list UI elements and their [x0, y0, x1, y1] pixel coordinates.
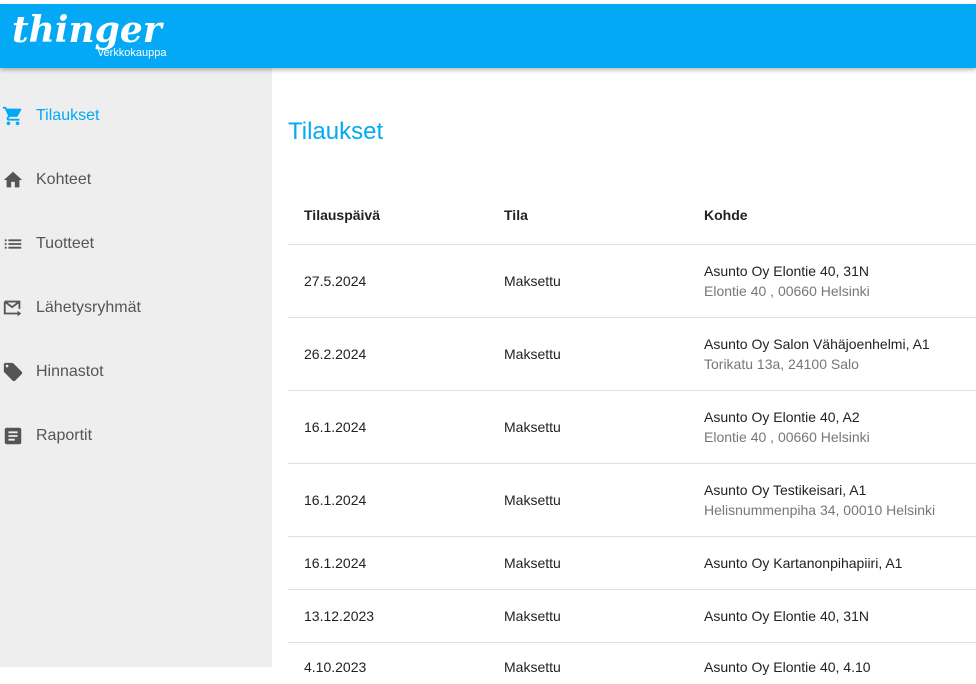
order-target: Asunto Oy Elontie 40, A2: [704, 409, 860, 425]
order-status: Maksettu: [504, 492, 561, 508]
order-target: Asunto Oy Testikeisari, A1: [704, 482, 867, 498]
order-status: Maksettu: [504, 608, 561, 624]
order-date: 27.5.2024: [304, 273, 367, 289]
list-icon: [4, 239, 22, 249]
logo[interactable]: thinger: [12, 8, 162, 52]
order-date: 16.1.2024: [304, 492, 367, 508]
order-date: 26.2.2024: [304, 346, 367, 362]
tag-icon: [3, 362, 23, 382]
column-header-target[interactable]: Kohde: [704, 206, 748, 224]
app-bar: thinger verkkokauppa: [0, 4, 976, 68]
order-target: Asunto Oy Kartanonpihapiiri, A1: [704, 555, 903, 571]
report-icon: [4, 427, 22, 445]
order-status: Maksettu: [504, 555, 561, 571]
mail-forward-icon: [3, 300, 22, 317]
order-date: 4.10.2023: [304, 659, 367, 675]
content-card: [272, 84, 976, 684]
sidebar-item-label: Kohteet: [36, 171, 92, 188]
sidebar-item-hinnastot[interactable]: Hinnastot: [0, 350, 272, 394]
order-address: Torikatu 13a, 24100 Salo: [704, 356, 859, 372]
order-address: Helisnummenpiha 34, 00010 Helsinki: [704, 502, 936, 518]
order-target: Asunto Oy Elontie 40, 31N: [704, 263, 869, 279]
sidebar-item-tilaukset[interactable]: Tilaukset: [0, 94, 272, 138]
column-header-date[interactable]: Tilauspäivä: [304, 206, 380, 224]
column-header-status[interactable]: Tila: [504, 206, 528, 224]
row-divider: [288, 390, 976, 391]
order-status: Maksettu: [504, 273, 561, 289]
row-divider: [288, 317, 976, 318]
row-divider: [288, 589, 976, 590]
cart-icon: [2, 106, 22, 126]
order-date: 16.1.2024: [304, 419, 367, 435]
row-divider: [288, 642, 976, 643]
order-status: Maksettu: [504, 659, 561, 675]
sidebar: Tilaukset Kohteet Tuotteet Lähetysryhmät…: [0, 68, 272, 667]
order-target: Asunto Oy Elontie 40, 4.10: [704, 659, 871, 675]
row-divider: [288, 463, 976, 464]
order-target: Asunto Oy Salon Vähäjoenhelmi, A1: [704, 336, 930, 352]
sidebar-item-label: Hinnastot: [36, 363, 104, 380]
home-icon: [3, 171, 23, 188]
order-target: Asunto Oy Elontie 40, 31N: [704, 608, 869, 624]
sidebar-item-label: Tuotteet: [36, 235, 95, 252]
sidebar-item-kohteet[interactable]: Kohteet: [0, 158, 272, 202]
sidebar-item-label: Tilaukset: [36, 107, 100, 124]
page-title: Tilaukset: [288, 118, 384, 145]
order-address: Elontie 40 , 00660 Helsinki: [704, 429, 870, 445]
sidebar-item-tuotteet[interactable]: Tuotteet: [0, 222, 272, 266]
row-divider: [288, 536, 976, 537]
order-status: Maksettu: [504, 419, 561, 435]
sidebar-item-label: Lähetysryhmät: [36, 299, 141, 316]
sidebar-item-label: Raportit: [36, 427, 93, 444]
order-date: 13.12.2023: [304, 608, 375, 624]
order-date: 16.1.2024: [304, 555, 367, 571]
logo-subtitle: verkkokauppa: [98, 47, 167, 59]
order-status: Maksettu: [504, 346, 561, 362]
order-address: Elontie 40 , 00660 Helsinki: [704, 283, 870, 299]
sidebar-item-lahetysryhmat[interactable]: Lähetysryhmät: [0, 286, 272, 330]
sidebar-item-raportit[interactable]: Raportit: [0, 414, 272, 458]
header-divider: [288, 244, 976, 245]
